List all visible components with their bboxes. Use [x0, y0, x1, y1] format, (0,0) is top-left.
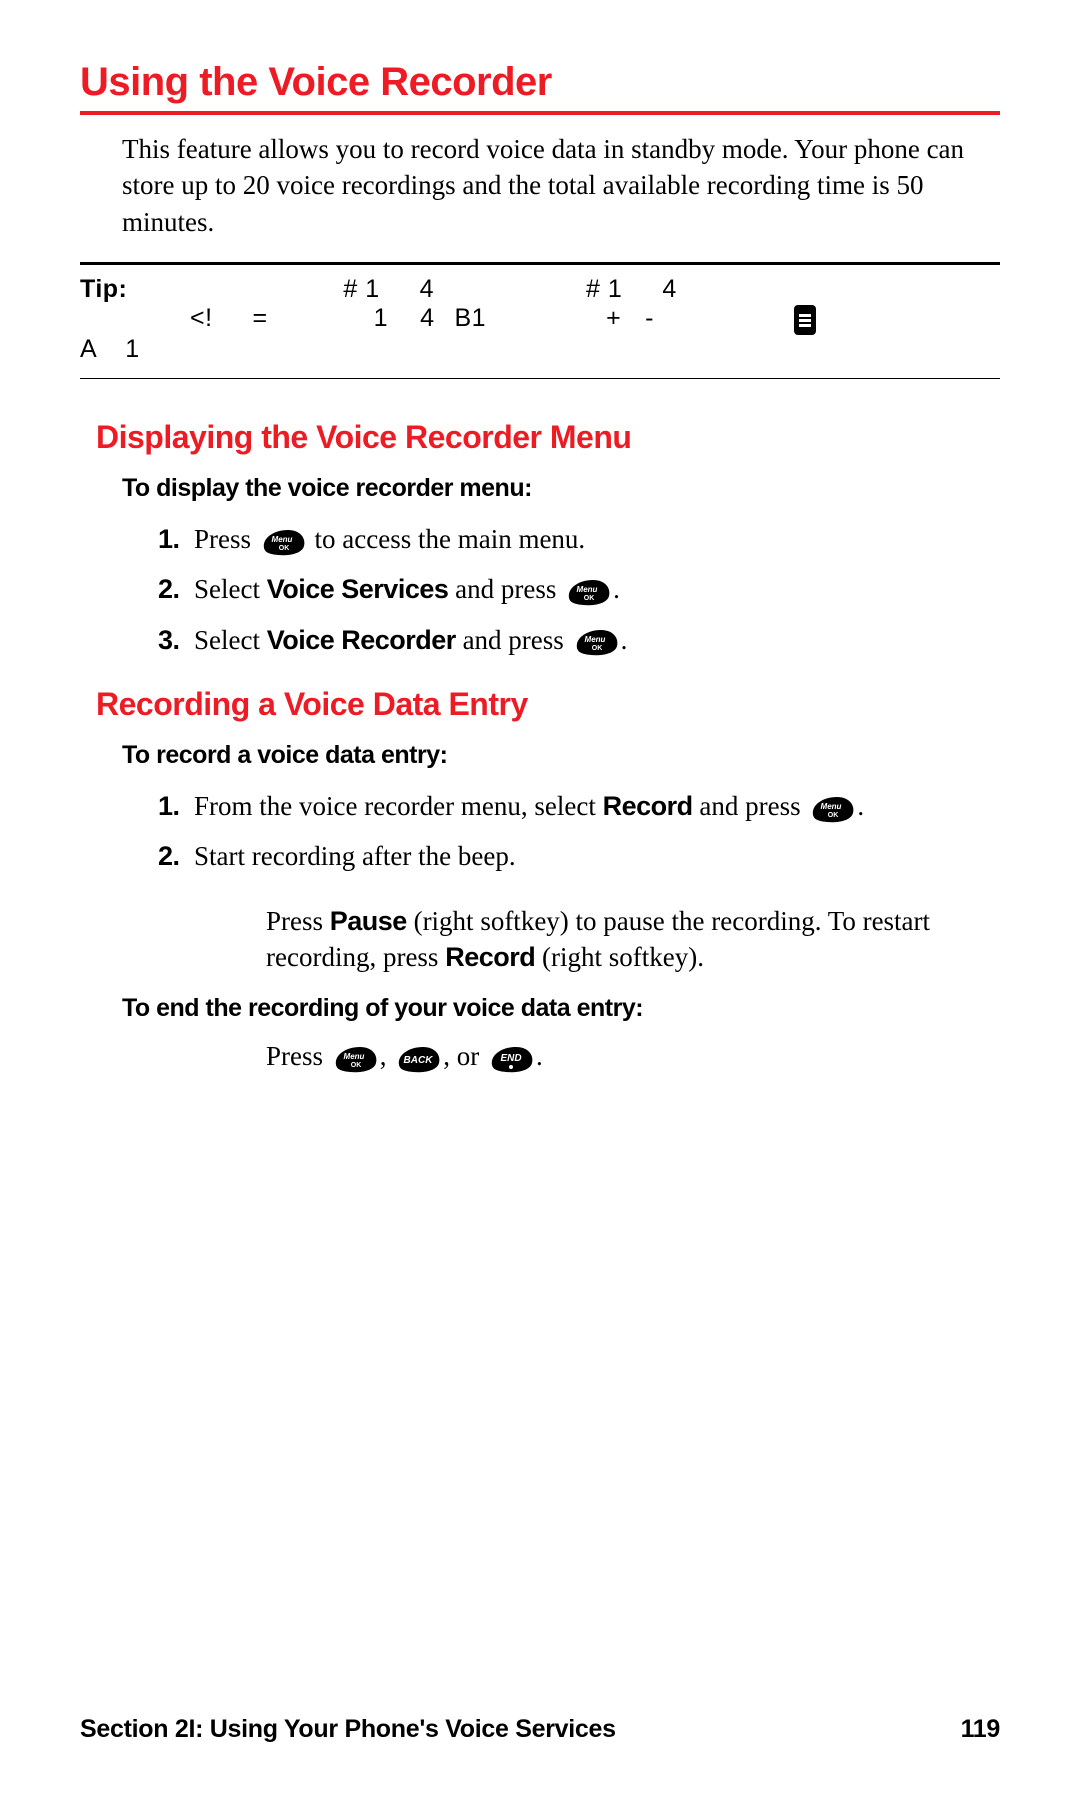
- svg-text:Menu: Menu: [584, 635, 605, 644]
- menu-ok-key-icon: MenuOK: [809, 795, 855, 823]
- svg-text:Menu: Menu: [271, 535, 292, 544]
- step-text: and press: [448, 574, 563, 604]
- steps-list: 1. From the voice recorder menu, select …: [158, 788, 1000, 875]
- press-line: Press MenuOK, BACK, or END.: [266, 1041, 1000, 1073]
- svg-text:OK: OK: [828, 812, 839, 819]
- svg-text:Menu: Menu: [821, 802, 842, 811]
- svg-text:OK: OK: [279, 545, 290, 552]
- step-item: 1. From the voice recorder menu, select …: [158, 788, 1000, 824]
- menu-ok-key-icon: MenuOK: [332, 1045, 378, 1073]
- tip-text: # 1: [343, 275, 379, 303]
- step-text: Select: [194, 574, 267, 604]
- page-footer: Section 2I: Using Your Phone's Voice Ser…: [80, 1715, 1000, 1744]
- svg-text:OK: OK: [351, 1062, 362, 1069]
- tip-text: B1: [454, 304, 486, 332]
- step-text: and press: [693, 791, 808, 821]
- svg-text:Menu: Menu: [343, 1052, 364, 1061]
- tip-text: -: [645, 304, 654, 332]
- tip-text: 1: [374, 304, 388, 332]
- step-text: and press: [456, 625, 571, 655]
- tip-text: A: [80, 335, 97, 363]
- step-number: 1.: [158, 521, 194, 557]
- page-title: Using the Voice Recorder: [80, 60, 1000, 105]
- back-key-icon: BACK: [395, 1045, 441, 1073]
- step-bold: Voice Recorder: [267, 625, 456, 655]
- note-paragraph: Press Pause (right softkey) to pause the…: [266, 903, 1000, 976]
- step-item: 2. Start recording after the beep.: [158, 838, 1000, 874]
- tip-label: Tip:: [80, 275, 127, 303]
- tip-text: =: [253, 304, 268, 332]
- step-item: 2. Select Voice Services and press MenuO…: [158, 571, 1000, 607]
- step-number: 1.: [158, 788, 194, 824]
- title-rule: [80, 111, 1000, 115]
- svg-text:Menu: Menu: [577, 585, 598, 594]
- steps-list: 1. Press MenuOK to access the main menu.…: [158, 521, 1000, 658]
- menu-ok-key-icon: MenuOK: [573, 628, 619, 656]
- svg-text:OK: OK: [584, 595, 595, 602]
- tip-text: 1: [125, 335, 139, 363]
- step-text: to access the main menu.: [308, 524, 585, 554]
- list-icon: [794, 305, 816, 335]
- section-heading: Displaying the Voice Recorder Menu: [96, 419, 1000, 456]
- step-number: 2.: [158, 571, 194, 607]
- step-text: Start recording after the beep.: [194, 838, 1000, 874]
- step-text: From the voice recorder menu, select: [194, 791, 603, 821]
- tip-text: 4: [662, 275, 676, 303]
- footer-page-number: 119: [961, 1715, 1000, 1744]
- svg-text:BACK: BACK: [404, 1055, 434, 1066]
- step-item: 3. Select Voice Recorder and press MenuO…: [158, 622, 1000, 658]
- menu-ok-key-icon: MenuOK: [260, 528, 306, 556]
- menu-ok-key-icon: MenuOK: [565, 578, 611, 606]
- step-bold: Voice Services: [267, 574, 449, 604]
- footer-section: Section 2I: Using Your Phone's Voice Ser…: [80, 1715, 616, 1744]
- step-bold: Record: [603, 791, 693, 821]
- instruction-heading: To display the voice recorder menu:: [122, 474, 1000, 503]
- tip-text: <!: [190, 304, 213, 332]
- instruction-heading: To end the recording of your voice data …: [122, 994, 1000, 1023]
- svg-text:END: END: [500, 1053, 521, 1064]
- step-text: Press: [194, 524, 258, 554]
- tip-text: +: [606, 304, 621, 332]
- section-heading: Recording a Voice Data Entry: [96, 686, 1000, 723]
- tip-text: # 1: [586, 275, 622, 303]
- svg-text:OK: OK: [591, 645, 602, 652]
- step-text: Select: [194, 625, 267, 655]
- tip-text: 4: [420, 275, 434, 303]
- tip-text: 4: [420, 304, 434, 332]
- end-key-icon: END: [488, 1045, 534, 1073]
- intro-paragraph: This feature allows you to record voice …: [122, 131, 1000, 240]
- step-number: 3.: [158, 622, 194, 658]
- instruction-heading: To record a voice data entry:: [122, 741, 1000, 770]
- step-number: 2.: [158, 838, 194, 874]
- tip-box: Tip:# 14# 14 <!=14B1+- A1: [80, 262, 1000, 378]
- step-item: 1. Press MenuOK to access the main menu.: [158, 521, 1000, 557]
